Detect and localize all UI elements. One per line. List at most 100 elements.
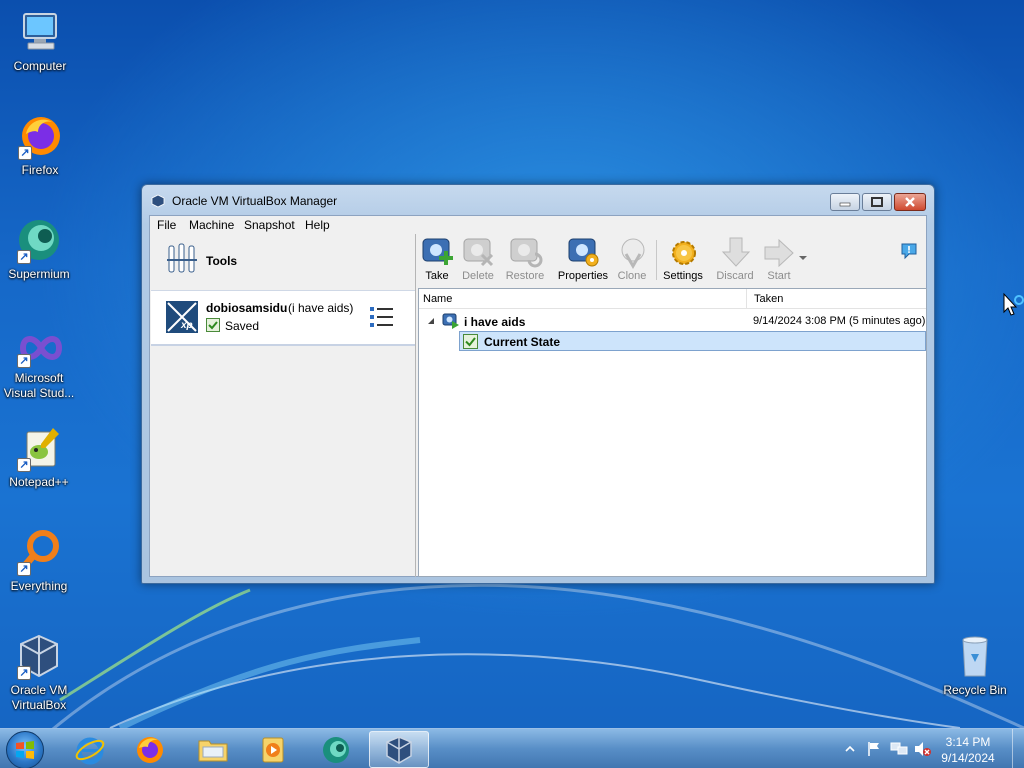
clone-label: Clone bbox=[617, 270, 647, 282]
discard-arrow-icon bbox=[721, 237, 751, 267]
desktop-icon-recycle-bin[interactable]: Recycle Bin bbox=[937, 632, 1013, 698]
details-menu-icon[interactable] bbox=[369, 305, 395, 329]
network-icon[interactable] bbox=[890, 741, 908, 757]
restore-snapshot-button[interactable]: Restore bbox=[498, 236, 552, 284]
start-dropdown-chevron-icon[interactable] bbox=[798, 254, 808, 262]
shortcut-arrow-icon: ↗ bbox=[17, 666, 31, 680]
virtualbox-icon bbox=[386, 736, 412, 764]
menu-machine[interactable]: Machine bbox=[189, 218, 234, 232]
menu-snapshot[interactable]: Snapshot bbox=[244, 218, 295, 232]
snapshot-row[interactable]: i have aids 9/14/2024 3:08 PM (5 minutes… bbox=[419, 311, 926, 331]
current-state-label: Current State bbox=[484, 335, 561, 349]
shortcut-arrow-icon: ↗ bbox=[18, 146, 32, 160]
saved-state-icon bbox=[206, 318, 220, 332]
close-icon bbox=[905, 197, 915, 207]
tree-collapse-triangle-icon[interactable] bbox=[427, 317, 435, 325]
current-state-row[interactable]: Current State bbox=[459, 331, 926, 351]
clock-time: 3:14 PM bbox=[945, 735, 991, 749]
settings-label: Settings bbox=[663, 270, 703, 282]
taskbar-internet-explorer[interactable] bbox=[62, 731, 118, 768]
vm-list-item-dobiosamsidu[interactable]: xp dobiosamsidu (i have aids) Saved bbox=[151, 290, 415, 346]
window-client-area: File Machine Snapshot Help Tools xp dobi… bbox=[149, 215, 927, 577]
show-hidden-icons-chevron-icon[interactable] bbox=[845, 744, 855, 754]
delete-label: Delete bbox=[462, 270, 494, 282]
desktop-icon-computer[interactable]: Computer bbox=[2, 8, 78, 74]
desktop-icon-label: Computer bbox=[13, 59, 67, 73]
desktop-icon-notepadpp[interactable]: ↗ Notepad++ bbox=[1, 424, 77, 490]
desktop-icon-firefox[interactable]: ↗ Firefox bbox=[2, 112, 78, 178]
vm-name: dobiosamsidu bbox=[206, 301, 288, 315]
desktop-icon-label: Supermium bbox=[8, 267, 70, 281]
mouse-cursor-icon bbox=[1003, 292, 1024, 316]
taskbar-file-explorer[interactable] bbox=[185, 731, 241, 768]
desktop-icon-supermium[interactable]: ↗ Supermium bbox=[1, 216, 77, 282]
recycle-bin-icon bbox=[962, 636, 988, 677]
desktop-icon-label: VirtualBox bbox=[11, 698, 67, 712]
settings-button[interactable]: Settings bbox=[658, 236, 708, 284]
vm-list-empty-area bbox=[151, 348, 415, 576]
menu-file[interactable]: File bbox=[157, 218, 176, 232]
snapshot-tree: Name Taken i have aids 9/14/2024 3:08 PM… bbox=[418, 288, 927, 577]
taskbar-virtualbox[interactable] bbox=[369, 731, 429, 768]
desktop-icon-everything[interactable]: ↗ Everything bbox=[1, 528, 77, 594]
virtualbox-manager-window: Oracle VM VirtualBox Manager File Machin… bbox=[141, 184, 935, 584]
machine-list-pane: Tools xp dobiosamsidu (i have aids) Save… bbox=[150, 234, 416, 577]
title-bar[interactable]: Oracle VM VirtualBox Manager bbox=[142, 185, 934, 215]
snapshot-toolbar: Take Delete Restore Properties Clone Set… bbox=[418, 234, 926, 286]
toolbar-separator bbox=[656, 240, 657, 280]
menu-help[interactable]: Help bbox=[305, 218, 330, 232]
column-header-taken[interactable]: Taken bbox=[754, 293, 783, 305]
desktop-icon-label: Microsoft bbox=[14, 371, 64, 385]
action-center-flag-icon[interactable] bbox=[866, 741, 882, 757]
snapshot-taken: 9/14/2024 3:08 PM (5 minutes ago) bbox=[753, 315, 926, 327]
clone-button[interactable]: Clone bbox=[605, 236, 659, 284]
firefox-icon bbox=[137, 737, 163, 763]
snapshot-tree-header: Name Taken bbox=[419, 289, 926, 309]
clock-date: 9/14/2024 bbox=[941, 751, 995, 765]
show-desktop-button[interactable] bbox=[1012, 729, 1024, 768]
shortcut-arrow-icon: ↗ bbox=[17, 354, 31, 368]
windows-logo-icon bbox=[16, 741, 34, 759]
desktop-icon-label: Firefox bbox=[21, 163, 59, 177]
start-label: Start bbox=[767, 270, 791, 282]
taskbar-media-player[interactable] bbox=[246, 731, 302, 768]
desktop-icon-label: Recycle Bin bbox=[943, 683, 1007, 697]
start-button[interactable] bbox=[6, 731, 44, 768]
vm-state: Saved bbox=[225, 319, 260, 333]
taskbar-firefox[interactable] bbox=[122, 731, 178, 768]
column-header-name[interactable]: Name bbox=[423, 293, 452, 305]
delete-snapshot-icon bbox=[463, 238, 494, 267]
vm-snapshot-name: (i have aids) bbox=[288, 301, 354, 315]
desktop-icon-label: Everything bbox=[10, 579, 68, 593]
taskbar-supermium[interactable] bbox=[308, 731, 364, 768]
desktop-icon-virtualbox[interactable]: ↗ Oracle VM VirtualBox bbox=[1, 632, 77, 713]
desktop-icon-label: Oracle VM bbox=[10, 683, 68, 697]
tools-item[interactable]: Tools bbox=[150, 238, 415, 288]
clone-icon bbox=[621, 238, 645, 269]
desktop-icon-visual-studio[interactable]: ↗ Microsoft Visual Stud... bbox=[1, 328, 77, 401]
shortcut-arrow-icon: ↗ bbox=[17, 250, 31, 264]
os-badge: xp bbox=[181, 320, 193, 331]
restore-label: Restore bbox=[505, 270, 545, 282]
media-player-icon bbox=[262, 737, 284, 763]
taskbar-clock[interactable]: 3:14 PM 9/14/2024 bbox=[930, 734, 1006, 766]
tools-icon bbox=[167, 243, 197, 273]
internet-explorer-icon bbox=[75, 737, 105, 765]
minimize-button[interactable] bbox=[830, 193, 860, 211]
delete-snapshot-button[interactable]: Delete bbox=[451, 236, 505, 284]
computer-icon bbox=[23, 13, 57, 50]
notification-center-icon[interactable] bbox=[900, 242, 918, 260]
column-divider bbox=[746, 289, 747, 309]
minimize-icon bbox=[839, 202, 851, 207]
settings-gear-icon bbox=[672, 241, 696, 265]
snapshot-name: i have aids bbox=[464, 315, 526, 329]
start-arrow-icon bbox=[764, 238, 794, 268]
desktop-icon-label: Visual Stud... bbox=[3, 386, 75, 400]
saved-state-icon bbox=[463, 334, 478, 349]
maximize-button[interactable] bbox=[862, 193, 892, 211]
menu-bar: File Machine Snapshot Help bbox=[150, 216, 926, 234]
maximize-icon bbox=[871, 197, 883, 207]
supermium-icon bbox=[323, 737, 349, 763]
shortcut-arrow-icon: ↗ bbox=[17, 458, 31, 472]
close-button[interactable] bbox=[894, 193, 926, 211]
